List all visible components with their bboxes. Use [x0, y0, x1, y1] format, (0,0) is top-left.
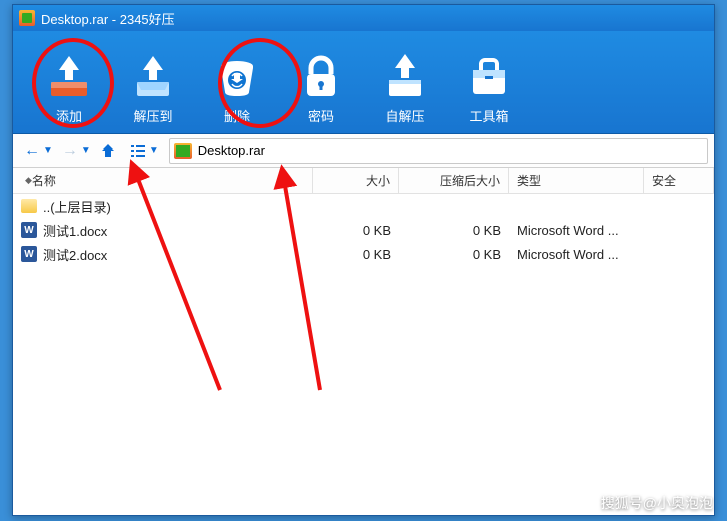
back-dropdown[interactable]: ▼ — [43, 145, 53, 156]
col-type[interactable]: 类型 — [509, 168, 644, 193]
file-name: 测试1.docx — [43, 221, 107, 240]
col-type-label: 类型 — [517, 172, 541, 189]
extract-button[interactable]: 解压到 — [117, 39, 189, 125]
delete-icon — [213, 52, 261, 100]
forward-button[interactable]: → — [57, 138, 83, 164]
col-security-label: 安全 — [652, 172, 676, 189]
archive-icon — [174, 143, 192, 159]
column-headers: ◆名称 大小 压缩后大小 类型 安全 — [13, 168, 714, 194]
file-row[interactable]: 测试2.docx0 KB0 KBMicrosoft Word ... — [13, 242, 714, 266]
password-label: 密码 — [308, 106, 334, 125]
toolbox-icon — [465, 52, 513, 100]
file-name: 测试2.docx — [43, 245, 107, 264]
delete-button[interactable]: 删除 — [201, 39, 273, 125]
window-title: Desktop.rar - 2345好压 — [41, 9, 175, 28]
password-button[interactable]: 密码 — [285, 39, 357, 125]
file-name: ..(上层目录) — [43, 197, 111, 216]
file-list: ..(上层目录)测试1.docx0 KB0 KBMicrosoft Word .… — [13, 194, 714, 504]
col-size[interactable]: 大小 — [313, 168, 399, 193]
docx-icon — [21, 246, 37, 262]
folder-icon — [21, 199, 37, 213]
navbar: ← ▼ → ▼ ▼ Desktop.rar — [13, 134, 714, 168]
file-csize: 0 KB — [399, 223, 509, 238]
file-row[interactable]: ..(上层目录) — [13, 194, 714, 218]
col-security[interactable]: 安全 — [644, 168, 714, 193]
add-button[interactable]: 添加 — [33, 39, 105, 125]
tools-label: 工具箱 — [469, 106, 508, 125]
breadcrumb-path: Desktop.rar — [198, 143, 265, 158]
extract-label: 解压到 — [133, 106, 172, 125]
breadcrumb[interactable]: Desktop.rar — [169, 138, 708, 164]
titlebar: Desktop.rar - 2345好压 — [13, 5, 714, 31]
sfx-label: 自解压 — [385, 106, 424, 125]
file-type: Microsoft Word ... — [509, 223, 644, 238]
file-size: 0 KB — [313, 223, 399, 238]
view-button[interactable] — [125, 138, 151, 164]
sort-indicator-icon: ◆ — [25, 175, 32, 186]
sfx-button[interactable]: 自解压 — [369, 39, 441, 125]
back-button[interactable]: ← — [19, 138, 45, 164]
forward-dropdown[interactable]: ▼ — [81, 145, 91, 156]
file-row[interactable]: 测试1.docx0 KB0 KBMicrosoft Word ... — [13, 218, 714, 242]
col-csize-label: 压缩后大小 — [440, 172, 500, 189]
file-size: 0 KB — [313, 247, 399, 262]
col-csize[interactable]: 压缩后大小 — [399, 168, 509, 193]
file-csize: 0 KB — [399, 247, 509, 262]
docx-icon — [21, 222, 37, 238]
col-name[interactable]: ◆名称 — [13, 168, 313, 193]
view-dropdown[interactable]: ▼ — [149, 145, 159, 156]
sfx-icon — [381, 52, 429, 100]
toolbar: 添加 解压到 删除 密码 自解压 — [13, 31, 714, 134]
lock-icon — [297, 52, 345, 100]
watermark: 搜狐号@小奥泡泡 — [601, 493, 713, 513]
app-icon — [19, 10, 35, 26]
up-button[interactable] — [95, 138, 121, 164]
col-size-label: 大小 — [366, 172, 390, 189]
add-label: 添加 — [56, 106, 82, 125]
delete-label: 删除 — [224, 106, 250, 125]
extract-icon — [129, 52, 177, 100]
file-type: Microsoft Word ... — [509, 247, 644, 262]
add-icon — [45, 52, 93, 100]
col-name-label: 名称 — [32, 172, 56, 189]
tools-button[interactable]: 工具箱 — [453, 39, 525, 125]
